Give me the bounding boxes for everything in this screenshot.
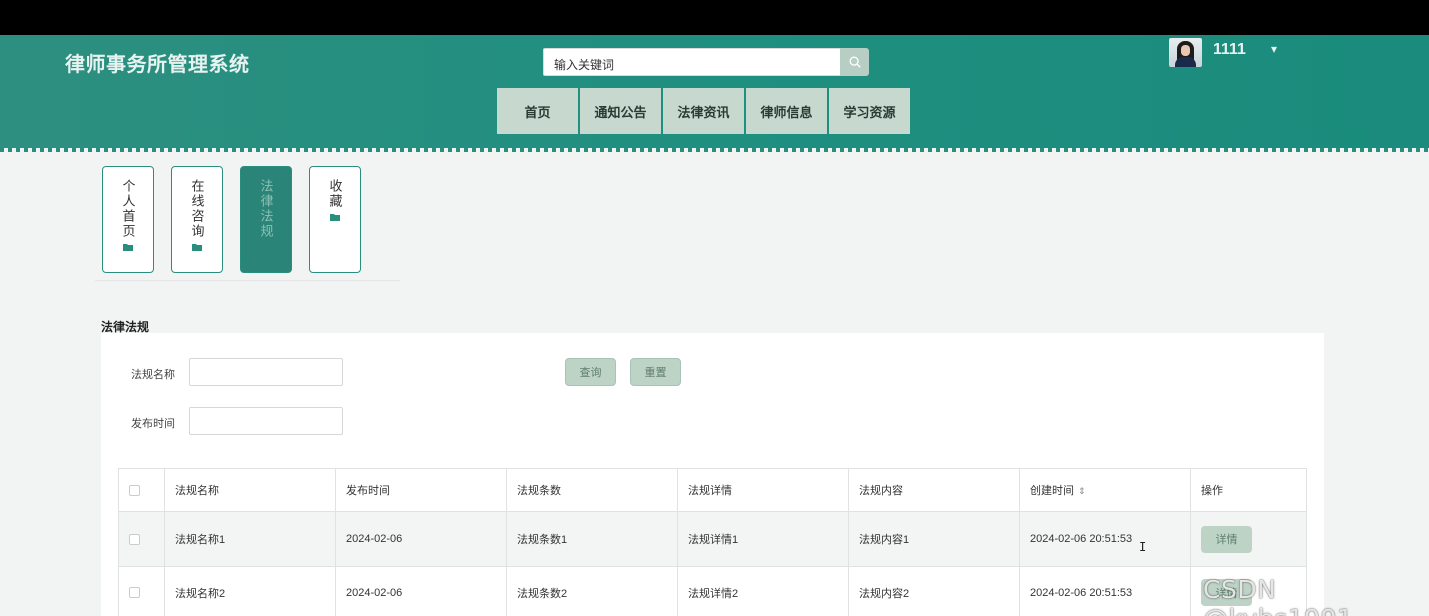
date-filter-input[interactable]: [189, 407, 343, 435]
query-button[interactable]: 查询: [565, 358, 616, 386]
tab-label: 法律法规: [258, 179, 274, 239]
cell-created: 2024-02-06 20:51:53: [1019, 511, 1191, 567]
cell-content: 法规内容2: [848, 566, 1020, 616]
chevron-down-icon[interactable]: ▾: [1271, 42, 1277, 56]
row-select-cell: [118, 566, 165, 616]
cell-detail: 法规详情1: [677, 511, 849, 567]
top-black-bar: [0, 0, 1429, 35]
nav-legal-news[interactable]: 法律资讯: [663, 88, 744, 134]
column-header-label: 创建时间: [1030, 485, 1074, 497]
tab-favorites[interactable]: 收藏: [309, 166, 361, 273]
nav-learning[interactable]: 学习资源: [829, 88, 910, 134]
column-header: 法规详情: [677, 468, 849, 512]
column-header-sortable[interactable]: 创建时间 ⇕: [1019, 468, 1191, 512]
tab-personal-home[interactable]: 个人首页: [102, 166, 154, 273]
cell-date: 2024-02-06: [335, 566, 507, 616]
select-all-checkbox[interactable]: [129, 484, 140, 496]
row-select-cell: [118, 511, 165, 567]
name-filter-label: 法规名称: [131, 369, 175, 381]
column-header: 操作: [1190, 468, 1307, 512]
folder-icon: [330, 214, 340, 221]
laws-table: 法规名称 发布时间 法规条数 法规详情 法规内容 创建时间 ⇕ 操作 法规名称1 …: [118, 468, 1307, 616]
username[interactable]: 1111: [1213, 41, 1246, 59]
cell-name: 法规名称2: [164, 566, 336, 616]
search-input[interactable]: 输入关键词: [543, 48, 841, 76]
column-header: 发布时间: [335, 468, 507, 512]
reset-button[interactable]: 重置: [630, 358, 681, 386]
site-title: 律师事务所管理系统: [65, 54, 250, 76]
table-row: 法规名称2 2024-02-06 法规条数2 法规详情2 法规内容2 2024-…: [118, 566, 1307, 616]
avatar[interactable]: [1169, 38, 1202, 67]
tab-label: 个人首页: [120, 179, 136, 239]
row-checkbox[interactable]: [129, 587, 140, 599]
cell-detail: 法规详情2: [677, 566, 849, 616]
nav-home[interactable]: 首页: [497, 88, 578, 134]
sort-icon[interactable]: ⇕: [1078, 486, 1086, 497]
cell-count: 法规条数2: [506, 566, 678, 616]
tab-label: 在线咨询: [189, 179, 205, 239]
nav-lawyer-info[interactable]: 律师信息: [746, 88, 827, 134]
folder-icon: [123, 244, 133, 251]
divider: [95, 280, 400, 281]
tab-label: 收藏: [327, 179, 343, 209]
table-header-row: 法规名称 发布时间 法规条数 法规详情 法规内容 创建时间 ⇕ 操作: [118, 468, 1307, 512]
column-header: 法规条数: [506, 468, 678, 512]
row-checkbox[interactable]: [129, 533, 140, 545]
header-divider: [0, 148, 1429, 152]
nav-notices[interactable]: 通知公告: [580, 88, 661, 134]
cell-action: 详情: [1190, 511, 1307, 567]
detail-button[interactable]: 详情: [1201, 525, 1252, 553]
table-row: 法规名称1 2024-02-06 法规条数1 法规详情1 法规内容1 2024-…: [118, 511, 1307, 567]
tab-online-consult[interactable]: 在线咨询: [171, 166, 223, 273]
main-nav: 首页 通知公告 法律资讯 律师信息 学习资源: [497, 88, 910, 134]
column-header: 法规名称: [164, 468, 336, 512]
side-tabs: 个人首页 在线咨询 法律法规 收藏: [102, 166, 361, 273]
name-filter-input[interactable]: [189, 358, 343, 386]
search-button[interactable]: [840, 48, 869, 76]
search-icon: [849, 56, 861, 68]
text-cursor-icon: I: [1139, 540, 1147, 554]
cell-count: 法规条数1: [506, 511, 678, 567]
tab-laws[interactable]: 法律法规: [240, 166, 292, 273]
column-header: 法规内容: [848, 468, 1020, 512]
folder-icon: [192, 244, 202, 251]
date-filter-label: 发布时间: [131, 418, 175, 430]
watermark: CSDN @kybs1991: [1203, 575, 1353, 616]
select-all-cell: [118, 468, 165, 512]
cell-date: 2024-02-06: [335, 511, 507, 567]
cell-content: 法规内容1: [848, 511, 1020, 567]
cell-created: 2024-02-06 20:51:53: [1019, 566, 1191, 616]
cell-name: 法规名称1: [164, 511, 336, 567]
